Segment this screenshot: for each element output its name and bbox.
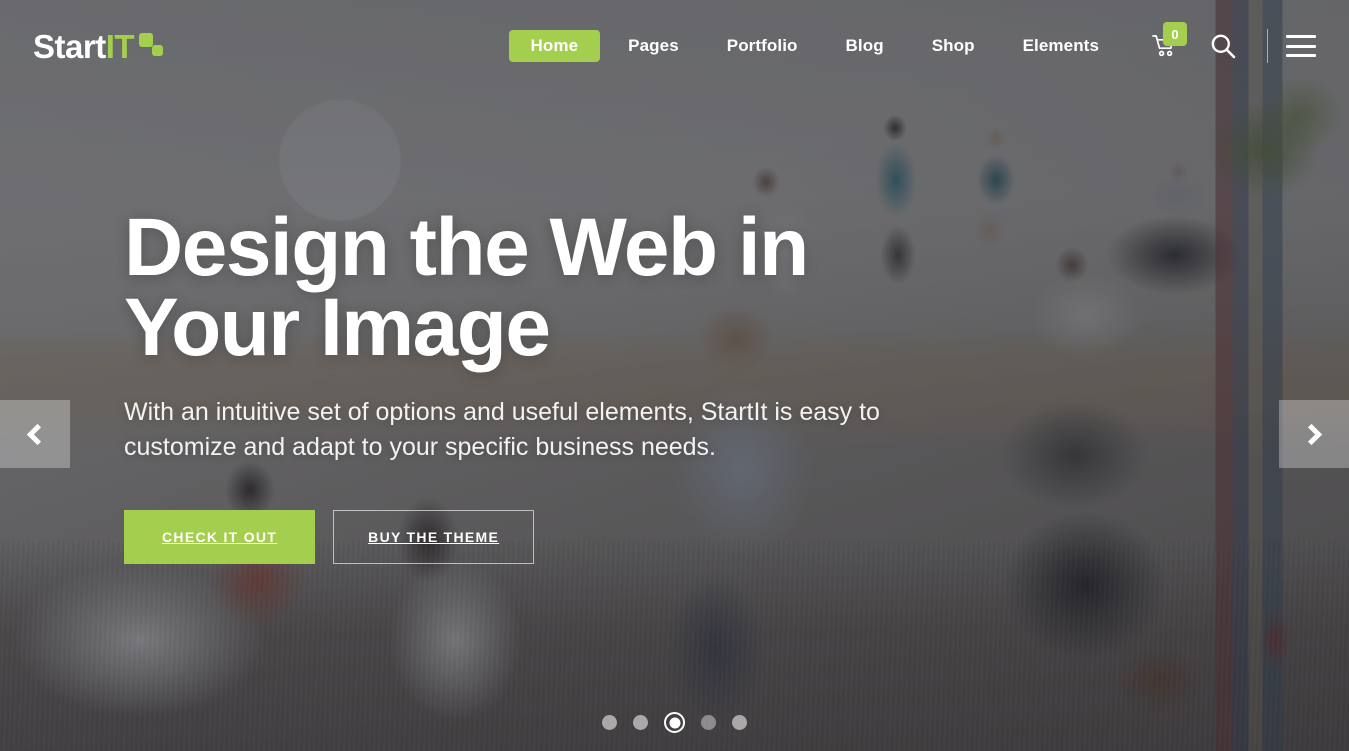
nav-item-portfolio[interactable]: Portfolio <box>703 30 822 62</box>
logo-text-accent: IT <box>105 27 135 65</box>
nav-item-shop[interactable]: Shop <box>908 30 999 62</box>
nav-item-pages[interactable]: Pages <box>604 30 703 62</box>
cart-count-badge: 0 <box>1163 22 1187 46</box>
search-icon <box>1211 34 1236 59</box>
nav-item-home[interactable]: Home <box>508 30 601 62</box>
slider-dot-1[interactable] <box>602 715 617 730</box>
slider-dot-5[interactable] <box>732 715 747 730</box>
slide-heading: Design the Web in Your Image <box>124 207 984 369</box>
slider-dot-2[interactable] <box>633 715 648 730</box>
logo-text-primary: Start <box>33 27 106 65</box>
slider-dot-4[interactable] <box>701 715 716 730</box>
cart-button[interactable]: 0 <box>1145 22 1187 66</box>
header-divider <box>1267 29 1268 63</box>
slider-dot-3-active[interactable] <box>664 712 685 733</box>
nav-item-blog[interactable]: Blog <box>822 30 908 62</box>
logo-squares-icon <box>139 32 167 60</box>
nav-item-elements[interactable]: Elements <box>999 30 1123 62</box>
header-tools: 0 <box>1145 22 1316 66</box>
slider-prev-button[interactable] <box>0 400 70 468</box>
slider-next-button[interactable] <box>1279 400 1349 468</box>
slide-cta-group: CHECK IT OUT BUY THE THEME <box>124 509 984 564</box>
chevron-left-icon <box>26 423 49 445</box>
slide-content: Design the Web in Your Image With an int… <box>124 207 984 564</box>
hamburger-menu-icon[interactable] <box>1286 35 1316 57</box>
search-button[interactable] <box>1201 26 1245 66</box>
site-header: StartIT Home Pages Portfolio Blog Shop E… <box>0 0 1349 92</box>
chevron-right-icon <box>1300 423 1323 445</box>
slider-pagination <box>0 712 1349 733</box>
slide-heading-line-1: Design the Web in <box>124 202 809 293</box>
hero-slider: StartIT Home Pages Portfolio Blog Shop E… <box>0 0 1349 751</box>
buy-the-theme-button[interactable]: BUY THE THEME <box>333 509 535 564</box>
site-logo[interactable]: StartIT <box>33 26 167 66</box>
check-it-out-button[interactable]: CHECK IT OUT <box>124 509 316 564</box>
slide-heading-line-2: Your Image <box>124 282 551 374</box>
slide-subheading: With an intuitive set of options and use… <box>124 397 880 462</box>
main-navigation: Home Pages Portfolio Blog Shop Elements <box>508 30 1123 62</box>
